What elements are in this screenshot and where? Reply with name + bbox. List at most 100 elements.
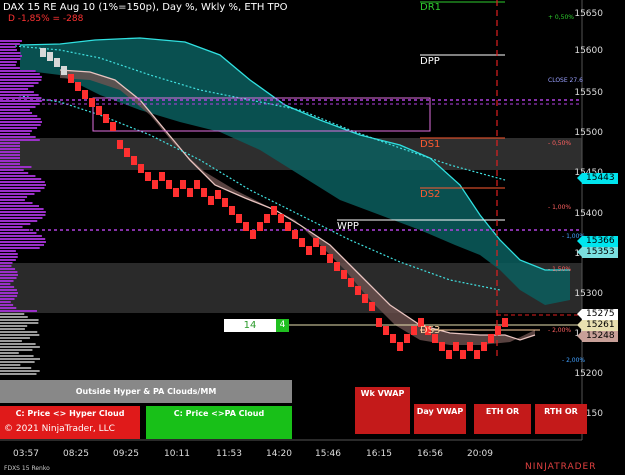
price-tick: 15300 bbox=[574, 289, 603, 299]
profile-row bbox=[0, 268, 16, 270]
rth-or-button[interactable]: RTH OR bbox=[535, 404, 587, 434]
renko-brick bbox=[474, 350, 480, 359]
profile-row bbox=[0, 49, 17, 51]
renko-brick bbox=[201, 188, 207, 197]
profile-row bbox=[0, 259, 16, 261]
brick-counter-remaining: 4 bbox=[276, 319, 289, 332]
profile-row bbox=[0, 163, 20, 165]
price-tag-cyan2: 15353 bbox=[577, 247, 618, 258]
profile-row bbox=[0, 127, 38, 129]
profile-row bbox=[0, 205, 39, 207]
renko-brick bbox=[278, 214, 284, 223]
profile-row bbox=[0, 130, 32, 132]
profile-row bbox=[0, 40, 22, 42]
time-tick: 08:25 bbox=[63, 449, 89, 459]
profile-row bbox=[0, 298, 15, 300]
renko-brick bbox=[131, 156, 137, 165]
profile-row bbox=[0, 91, 34, 93]
renko-brick bbox=[166, 180, 172, 189]
renko-brick bbox=[446, 350, 452, 359]
renko-brick bbox=[229, 206, 235, 215]
renko-brick bbox=[194, 180, 200, 189]
profile-row bbox=[0, 199, 25, 201]
renko-brick bbox=[397, 342, 403, 351]
renko-brick bbox=[61, 66, 67, 75]
profile-row bbox=[0, 109, 30, 111]
renko-brick bbox=[355, 286, 361, 295]
profile-row bbox=[0, 136, 36, 138]
renko-brick bbox=[376, 318, 382, 327]
ds1-label: DS1 bbox=[420, 139, 441, 150]
profile-row bbox=[0, 79, 42, 81]
outside-clouds-indicator[interactable]: Outside Hyper & PA Clouds/MM bbox=[0, 380, 292, 403]
profile-row bbox=[0, 325, 28, 327]
profile-row bbox=[0, 367, 32, 369]
profile-row bbox=[0, 349, 33, 351]
profile-row bbox=[0, 355, 34, 357]
renko-brick bbox=[467, 342, 473, 351]
profile-row bbox=[0, 160, 20, 162]
time-tick: 20:09 bbox=[467, 449, 493, 459]
profile-row bbox=[0, 154, 20, 156]
renko-brick bbox=[257, 222, 263, 231]
profile-row bbox=[0, 121, 42, 123]
profile-row bbox=[0, 220, 38, 222]
dpp-label: DPP bbox=[420, 56, 440, 67]
profile-row bbox=[0, 214, 46, 216]
profile-row bbox=[0, 232, 37, 234]
renko-brick bbox=[341, 270, 347, 279]
profile-row bbox=[0, 151, 20, 153]
renko-brick bbox=[250, 230, 256, 239]
renko-brick bbox=[82, 90, 88, 99]
renko-brick bbox=[138, 164, 144, 173]
renko-brick bbox=[320, 246, 326, 255]
profile-row bbox=[0, 310, 37, 312]
eth-or-button[interactable]: ETH OR bbox=[474, 404, 531, 434]
price-pa-cloud-button[interactable]: C: Price <>PA Cloud bbox=[146, 406, 292, 439]
profile-row bbox=[0, 70, 36, 72]
profile-row bbox=[0, 274, 18, 276]
profile-row bbox=[0, 304, 14, 306]
profile-row bbox=[0, 190, 41, 192]
profile-row bbox=[0, 244, 45, 246]
ds2-label: DS2 bbox=[420, 189, 441, 200]
renko-brick bbox=[243, 222, 249, 231]
profile-row bbox=[0, 352, 19, 354]
profile-row bbox=[0, 115, 38, 117]
renko-brick bbox=[383, 326, 389, 335]
profile-row bbox=[0, 286, 15, 288]
pct-label: - 1,00% bbox=[548, 204, 572, 211]
zone-band bbox=[0, 263, 582, 313]
ds3-label: DS3 bbox=[420, 325, 441, 336]
profile-row bbox=[0, 208, 44, 210]
profile-row bbox=[0, 331, 38, 333]
profile-row bbox=[0, 55, 22, 57]
profile-row bbox=[0, 361, 35, 363]
profile-row bbox=[0, 124, 41, 126]
wk-vwap-button[interactable]: Wk VWAP bbox=[355, 387, 410, 434]
chart-canvas[interactable] bbox=[0, 0, 625, 475]
profile-row bbox=[0, 103, 40, 105]
profile-row bbox=[0, 76, 42, 78]
profile-row bbox=[0, 328, 25, 330]
renko-brick bbox=[208, 196, 214, 205]
profile-row bbox=[0, 235, 42, 237]
profile-row bbox=[0, 100, 42, 102]
time-tick: 16:56 bbox=[417, 449, 443, 459]
profile-row bbox=[0, 193, 35, 195]
price-hyper-cloud-button[interactable]: C: Price <> Hyper Cloud bbox=[0, 406, 140, 439]
price-tag-cyan: 15366 bbox=[577, 236, 618, 247]
renko-brick bbox=[145, 172, 151, 181]
profile-row bbox=[0, 85, 34, 87]
price-tick: 15550 bbox=[574, 88, 603, 98]
profile-row bbox=[0, 226, 23, 228]
copyright: © 2021 NinjaTrader, LLC bbox=[4, 424, 115, 434]
price-tag-last: 15275 bbox=[577, 309, 618, 320]
time-tick: 09:25 bbox=[113, 449, 139, 459]
renko-brick bbox=[334, 262, 340, 271]
renko-brick bbox=[117, 140, 123, 149]
day-vwap-button[interactable]: Day VWAP bbox=[414, 404, 466, 434]
renko-brick bbox=[40, 48, 46, 57]
profile-row bbox=[0, 97, 42, 99]
brick-counter: 14 bbox=[224, 319, 276, 332]
